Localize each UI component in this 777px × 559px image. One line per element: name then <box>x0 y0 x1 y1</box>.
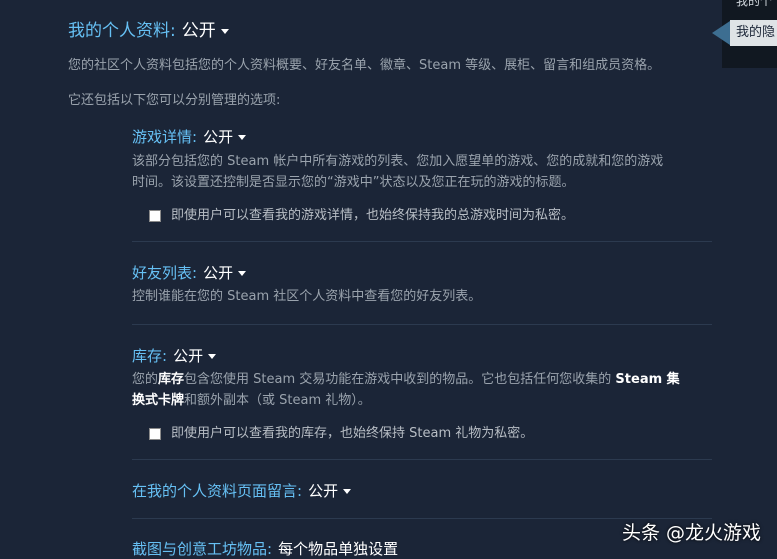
inventory-dropdown[interactable]: 公开 <box>173 347 217 365</box>
comments-value: 公开 <box>308 482 339 500</box>
divider <box>132 459 712 460</box>
profile-desc: 您的社区个人资料包括您的个人资料概要、好友名单、徽章、Steam 等级、展柜、留… <box>68 58 661 73</box>
game-details-desc: 该部分包括您的 Steam 帐户中所有游戏的列表、您加入愿望单的游戏、您的成就和… <box>132 151 712 193</box>
inventory-desc-f: 和额外副本（或 Steam 礼物）。 <box>184 393 371 408</box>
chevron-down-icon <box>238 135 247 140</box>
divider <box>132 324 712 325</box>
divider <box>132 241 712 242</box>
profile-sub-desc: 它还包括以下您可以分别管理的选项: <box>68 93 281 108</box>
friends-list-desc: 控制谁能在您的 Steam 社区个人资料中查看您的好友列表。 <box>132 289 482 304</box>
comments-row: 在我的个人资料页面留言: 公开 <box>132 480 352 501</box>
comments-dropdown[interactable]: 公开 <box>308 482 352 500</box>
chevron-down-icon <box>220 28 229 34</box>
chevron-down-icon <box>238 271 247 276</box>
privacy-settings-panel: 我的个人资料: 公开 您的社区个人资料包括您的个人资料概要、好友名单、徽章、Ste… <box>0 0 777 558</box>
playtime-private-label: 即使用户可以查看我的游戏详情，也始终保持我的总游戏时间为私密。 <box>171 208 575 223</box>
watermark: 头条 @龙火游戏 <box>621 522 761 544</box>
comments-title: 在我的个人资料页面留言: <box>132 482 303 500</box>
inventory-row: 库存: 公开 <box>132 345 217 366</box>
playtime-private-option[interactable]: 即使用户可以查看我的游戏详情，也始终保持我的总游戏时间为私密。 <box>149 204 574 223</box>
game-details-desc-line1: 该部分包括您的 Steam 帐户中所有游戏的列表、您加入愿望单的游戏、您的成就和… <box>132 154 664 169</box>
trading-cards-link-part2[interactable]: 换式卡牌 <box>132 393 184 408</box>
gifts-private-checkbox[interactable] <box>149 427 161 440</box>
profile-privacy-title: 我的个人资料: <box>68 21 176 41</box>
friends-list-dropdown[interactable]: 公开 <box>203 264 247 282</box>
game-details-title: 游戏详情: <box>132 128 198 146</box>
inventory-title: 库存: <box>132 347 168 365</box>
friends-list-row: 好友列表: 公开 <box>132 262 247 283</box>
chevron-down-icon <box>208 354 217 359</box>
screenshots-value[interactable]: 每个物品单独设置 <box>278 540 398 558</box>
profile-privacy-value: 公开 <box>181 21 216 41</box>
game-details-row: 游戏详情: 公开 <box>132 126 247 147</box>
playtime-private-checkbox[interactable] <box>149 209 161 222</box>
screenshots-row: 截图与创意工坊物品: 每个物品单独设置 <box>132 538 398 559</box>
game-details-desc-line2: 时间。该设置还控制是否显示您的“游戏中”状态以及您正在玩的游戏的标题。 <box>132 175 575 190</box>
friends-list-value: 公开 <box>203 264 234 282</box>
inventory-desc-c: 包含您使用 Steam 交易功能在游戏中收到的物品。它也包括任何您收集的 <box>184 372 612 387</box>
game-details-dropdown[interactable]: 公开 <box>203 128 247 146</box>
inventory-value: 公开 <box>173 347 204 365</box>
screenshots-title: 截图与创意工坊物品: <box>132 540 273 558</box>
game-details-value: 公开 <box>203 128 234 146</box>
tooltip-top-text: 我的个 <box>736 0 773 8</box>
inventory-desc: 您的库存包含您使用 Steam 交易功能在游戏中收到的物品。它也包括任何您收集的… <box>132 369 712 411</box>
friends-list-title: 好友列表: <box>132 264 198 282</box>
tooltip-label: 我的隐 <box>730 20 777 46</box>
chevron-down-icon <box>343 489 352 494</box>
trading-cards-link-part1[interactable]: Steam 集 <box>615 372 679 387</box>
inventory-link[interactable]: 库存 <box>158 372 184 387</box>
profile-privacy-row: 我的个人资料: 公开 <box>68 16 229 41</box>
gifts-private-option[interactable]: 即使用户可以查看我的库存，也始终保持 Steam 礼物为私密。 <box>149 422 533 441</box>
gifts-private-label: 即使用户可以查看我的库存，也始终保持 Steam 礼物为私密。 <box>171 426 534 441</box>
tooltip-arrow <box>712 21 730 45</box>
profile-privacy-dropdown[interactable]: 公开 <box>182 21 229 41</box>
inventory-desc-a: 您的 <box>132 372 159 387</box>
